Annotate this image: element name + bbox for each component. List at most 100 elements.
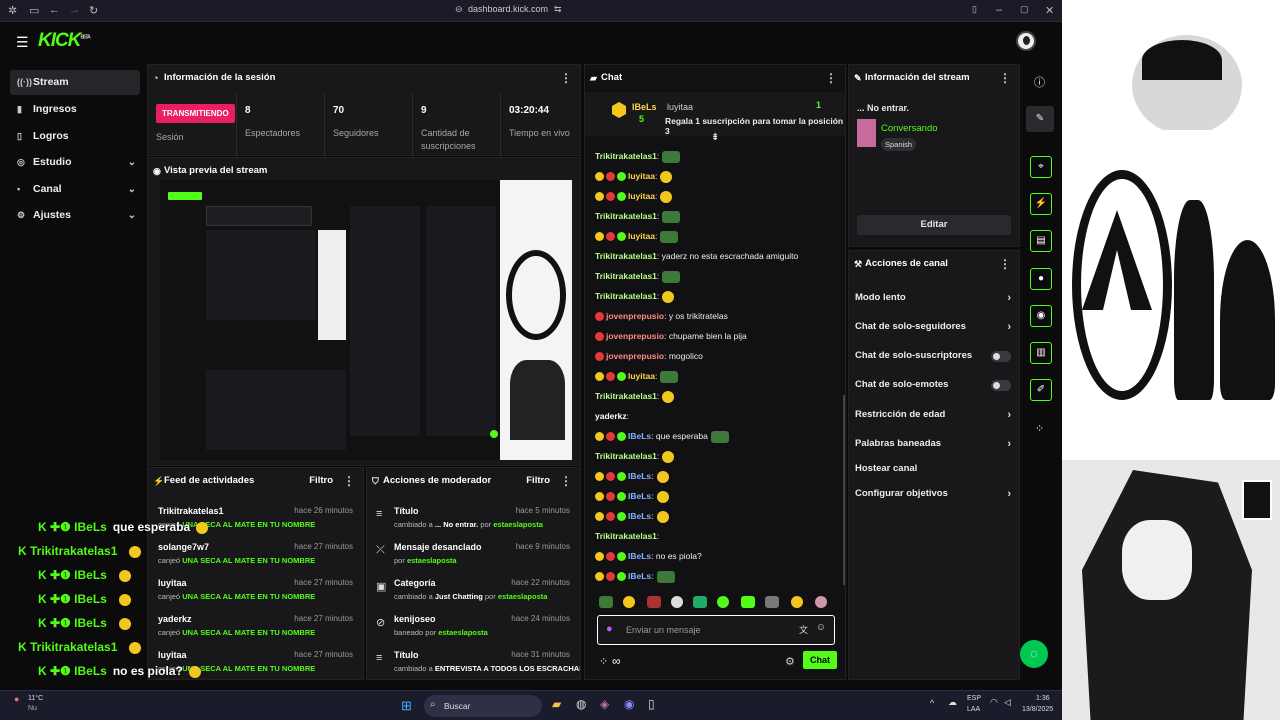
windows-start-icon[interactable]: ⊞ <box>401 698 412 714</box>
chat-message[interactable]: Trikitrakatelas1: <box>595 149 681 163</box>
stream-preview-video[interactable] <box>160 180 572 460</box>
sidebar-toggle-icon[interactable]: ▭ <box>29 4 39 17</box>
emotes-only-toggle[interactable] <box>991 380 1011 391</box>
followers-only-row[interactable]: Chat de solo-seguidores › <box>855 316 1011 338</box>
back-icon[interactable]: ← <box>49 4 60 16</box>
sidebar-item-estudio[interactable]: ◎ Estudio ⌄ <box>10 150 140 175</box>
apps-icon[interactable]: ⁘ <box>1035 422 1044 435</box>
chat-message[interactable]: Trikitrakatelas1: <box>595 289 675 303</box>
chat-username[interactable]: IBeLs <box>628 571 651 581</box>
wifi-icon[interactable]: ◠ <box>990 697 998 708</box>
chat-username[interactable]: yaderkz <box>595 411 627 421</box>
chat-message[interactable]: Trikitrakatelas1: yaderz no esta escrach… <box>595 249 798 263</box>
browser-icon[interactable]: ◍ <box>576 697 586 711</box>
emotes-only-row[interactable]: Chat de solo-emotes <box>855 374 1011 396</box>
chat-message[interactable]: Trikitrakatelas1: <box>595 529 659 543</box>
chat-username[interactable]: Trikitrakatelas1 <box>595 531 657 541</box>
file-explorer-icon[interactable]: ▰ <box>552 697 561 711</box>
chat-username[interactable]: jovenprepusio <box>606 351 664 361</box>
chat-message[interactable]: luyitaa: <box>595 189 673 203</box>
bolt-tool-icon[interactable]: ⚡ <box>1030 193 1052 215</box>
host-channel-row[interactable]: Hostear canal <box>855 458 1011 480</box>
more-options-icon[interactable]: ⋮ <box>999 251 1011 277</box>
more-options-icon[interactable]: ⋮ <box>343 468 355 494</box>
banned-words-row[interactable]: Palabras baneadas › <box>855 433 1011 455</box>
reload-icon[interactable]: ↻ <box>89 4 98 17</box>
edit-button[interactable]: Editar <box>857 215 1011 235</box>
filter-button[interactable]: Filtro <box>309 468 333 494</box>
discord-icon[interactable]: ◉ <box>624 697 634 711</box>
edit-tool-icon[interactable]: ✎ <box>1026 106 1054 132</box>
mic-icon[interactable]: ● <box>606 623 613 635</box>
chat-username[interactable]: Trikitrakatelas1 <box>595 391 657 401</box>
chat-username[interactable]: Trikitrakatelas1 <box>595 451 657 461</box>
chat-username[interactable]: IBeLs <box>628 431 651 441</box>
extensions-icon[interactable]: ✲ <box>8 4 17 17</box>
more-options-icon[interactable]: ⋮ <box>825 65 837 91</box>
wrench-tool-icon[interactable]: ✐ <box>1030 379 1052 401</box>
chat-message[interactable]: luyitaa: <box>595 369 679 383</box>
chat-username[interactable]: luyitaa <box>628 191 655 201</box>
forward-icon[interactable]: → <box>69 4 80 16</box>
chat-username[interactable]: IBeLs <box>628 511 651 521</box>
notes-tool-icon[interactable]: ▤ <box>1030 230 1052 252</box>
chat-message[interactable]: IBeLs: <box>595 489 669 503</box>
menu-icon[interactable]: ☰ <box>16 34 29 51</box>
chat-message[interactable]: Trikitrakatelas1: <box>595 269 681 283</box>
sidebar-item-logros[interactable]: ▯ Logros <box>10 124 140 149</box>
close-icon[interactable]: ✕ <box>1045 4 1054 17</box>
chat-username[interactable]: Trikitrakatelas1 <box>595 271 657 281</box>
goals-row[interactable]: Configurar objetivos › <box>855 483 1011 505</box>
chat-username[interactable]: Trikitrakatelas1 <box>595 211 657 221</box>
chat-message[interactable]: Trikitrakatelas1: <box>595 209 681 223</box>
slow-mode-row[interactable]: Modo lento › <box>855 287 1011 309</box>
pinned-gift-banner[interactable]: IBeLs 5 luyitaa Regala 1 suscripción par… <box>585 92 845 143</box>
more-options-icon[interactable]: ⋮ <box>560 65 572 91</box>
split-view-icon[interactable]: ▯ <box>972 4 977 15</box>
more-options-icon[interactable]: ⋮ <box>560 468 572 494</box>
support-chat-icon[interactable]: ◌ <box>1020 640 1048 668</box>
chat-username[interactable]: Trikitrakatelas1 <box>595 291 657 301</box>
sidebar-item-stream[interactable]: ((·)) Stream <box>10 70 140 95</box>
chat-username[interactable]: luyitaa <box>628 371 655 381</box>
chat-message[interactable]: IBeLs: <box>595 469 669 483</box>
sidebar-item-ingresos[interactable]: ▮ Ingresos <box>10 97 140 122</box>
chat-message[interactable]: IBeLs: que esperaba <box>595 429 729 443</box>
notes-app-icon[interactable]: ▯ <box>648 697 655 711</box>
chat-tool-icon[interactable]: ● <box>1030 268 1052 290</box>
taskbar-search[interactable]: ⌕ Buscar <box>424 695 542 717</box>
onedrive-icon[interactable]: ☁ <box>948 697 957 708</box>
clip-tool-icon[interactable]: ⌖ <box>1030 156 1052 178</box>
avatar[interactable] <box>1016 31 1036 51</box>
category-link[interactable]: Conversando <box>881 123 938 134</box>
more-options-icon[interactable]: ⋮ <box>999 65 1011 91</box>
chat-username[interactable]: luyitaa <box>628 231 655 241</box>
share-icon[interactable]: ⇆ <box>554 4 562 15</box>
age-restriction-row[interactable]: Restricción de edad › <box>855 404 1011 426</box>
sidebar-item-canal[interactable]: ▪ Canal ⌄ <box>10 177 140 202</box>
chat-message[interactable]: IBeLs: <box>595 569 675 583</box>
chat-message[interactable]: jovenprepusio: mogolico <box>595 349 703 363</box>
chat-message[interactable]: Trikitrakatelas1: <box>595 389 675 403</box>
chat-message[interactable]: yaderkz: <box>595 409 629 423</box>
chat-username[interactable]: jovenprepusio <box>606 331 664 341</box>
volume-icon[interactable]: ◁ <box>1004 697 1011 708</box>
maximize-icon[interactable]: ▢ <box>1020 4 1029 15</box>
emoji-icon[interactable]: ☺ <box>816 622 826 633</box>
tray-chevron-icon[interactable]: ^ <box>930 698 934 708</box>
subscribers-only-toggle[interactable] <box>991 351 1011 362</box>
broadcast-tool-icon[interactable]: ◉ <box>1030 305 1052 327</box>
obs-icon[interactable]: ◈ <box>600 697 609 711</box>
kick-logo[interactable]: KICKBETA <box>38 30 91 52</box>
chat-message[interactable]: jovenprepusio: chupame bien la pija <box>595 329 747 343</box>
filter-button[interactable]: Filtro <box>526 468 550 494</box>
info-icon[interactable]: ⓘ <box>1034 74 1045 90</box>
chat-message[interactable]: IBeLs: no es piola? <box>595 549 702 563</box>
chat-username[interactable]: jovenprepusio <box>606 311 664 321</box>
chat-message[interactable]: IBeLs: <box>595 509 669 523</box>
chat-username[interactable]: IBeLs <box>628 551 651 561</box>
emote-bar[interactable] <box>593 593 838 611</box>
send-chat-button[interactable]: Chat <box>803 651 837 669</box>
minimize-icon[interactable]: – <box>996 4 1002 16</box>
chat-username[interactable]: IBeLs <box>628 491 651 501</box>
